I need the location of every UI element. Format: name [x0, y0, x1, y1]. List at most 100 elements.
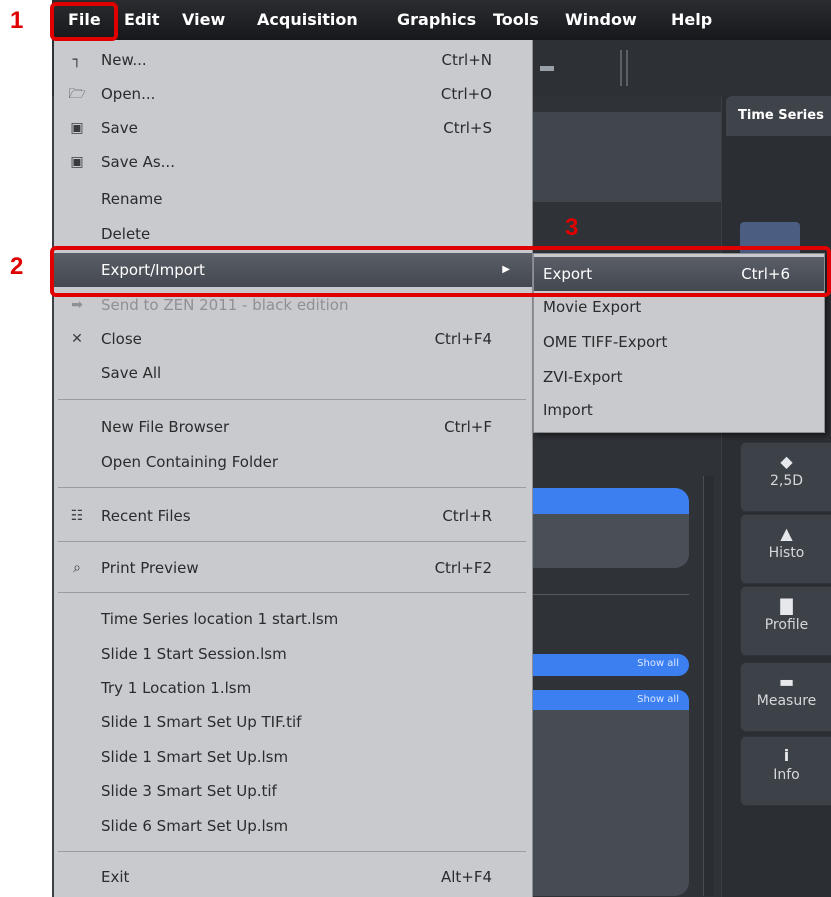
step-number-1: 1: [10, 7, 24, 34]
scrollbar-track[interactable]: [703, 476, 714, 896]
menu-item-label: Open Containing Folder: [101, 453, 279, 471]
recent-file-item[interactable]: Time Series location 1 start.lsm: [54, 602, 532, 636]
menu-tools[interactable]: Tools: [493, 0, 539, 40]
info-icon: i: [783, 746, 790, 765]
menu-item-label: Slide 1 Smart Set Up TIF.tif: [101, 713, 302, 731]
menu-item-label: Try 1 Location 1.lsm: [101, 679, 252, 697]
blue-group-box: [533, 488, 689, 568]
menu-item-shortcut: Ctrl+F4: [434, 330, 492, 348]
show-all-bar[interactable]: Show all: [533, 654, 689, 676]
show-all-bar[interactable]: Show all: [533, 690, 689, 712]
view-measure-label: Measure: [756, 693, 817, 709]
menu-separator: [58, 592, 526, 593]
view-histo-button[interactable]: ▲ Histo: [740, 514, 831, 584]
recent-file-item[interactable]: Slide 3 Smart Set Up.tif: [54, 774, 532, 808]
toolbar-separator: [620, 50, 622, 86]
menu-item-shortcut: Alt+F4: [440, 868, 492, 886]
menu-edit[interactable]: Edit: [124, 0, 160, 40]
menu-item-label: New...: [101, 51, 147, 69]
toolbar-separator: [626, 50, 628, 86]
toolbar-handle-icon: [540, 66, 554, 71]
menu-item-label: Open...: [101, 85, 156, 103]
show-all-label[interactable]: Show all: [637, 658, 679, 669]
menu-help[interactable]: Help: [671, 0, 712, 40]
recent-file-item[interactable]: Slide 1 Smart Set Up.lsm: [54, 740, 532, 774]
menu-item-label: Time Series location 1 start.lsm: [101, 610, 339, 628]
view-info-button[interactable]: i Info: [740, 736, 831, 806]
menu-graphics[interactable]: Graphics: [397, 0, 476, 40]
file-menu: ┐ New... Ctrl+N 🗁 Open... Ctrl+O ▣ Save …: [54, 40, 533, 897]
menu-item-label: Slide 6 Smart Set Up.lsm: [101, 817, 289, 835]
menu-item-label: Recent Files: [101, 507, 191, 525]
submenu-item-ome-tiff-export[interactable]: OME TIFF-Export: [534, 325, 824, 359]
menu-item-save[interactable]: ▣ Save Ctrl+S: [54, 111, 532, 145]
menu-item-new-file-browser[interactable]: New File Browser Ctrl+F: [54, 410, 532, 444]
menu-item-open-containing-folder[interactable]: Open Containing Folder: [54, 445, 532, 479]
submenu-item-import[interactable]: Import: [534, 393, 824, 427]
menu-separator: [58, 541, 526, 542]
menu-bar: File Edit View Acquisition Graphics Tool…: [52, 0, 831, 40]
menu-separator: [58, 487, 526, 488]
center-panel-header: [533, 112, 721, 202]
view-2.5d-button[interactable]: ◆ 2,5D: [740, 442, 831, 512]
menu-item-label: Slide 1 Smart Set Up.lsm: [101, 748, 289, 766]
right-panel: Time Series ◆ 2,5D ▲ Histo ▇ Profile ▬ M…: [722, 96, 831, 897]
tab-time-series[interactable]: Time Series: [726, 96, 831, 136]
highlight-box-export: [50, 246, 831, 297]
print-preview-icon: ⌕: [73, 560, 81, 576]
menu-item-label: New File Browser: [101, 418, 230, 436]
menu-view[interactable]: View: [182, 0, 225, 40]
menu-item-save-as[interactable]: ▣ Save As...: [54, 145, 532, 179]
menu-item-save-all[interactable]: Save All: [54, 356, 532, 390]
menu-item-close[interactable]: ✕ Close Ctrl+F4: [54, 322, 532, 356]
menu-item-shortcut: Ctrl+S: [443, 119, 492, 137]
menu-item-open[interactable]: 🗁 Open... Ctrl+O: [54, 77, 532, 111]
menu-item-label: Slide 3 Smart Set Up.tif: [101, 782, 277, 800]
new-file-icon: ┐: [72, 52, 82, 68]
menu-item-label: OME TIFF-Export: [543, 333, 668, 351]
menu-item-label: Save: [101, 119, 138, 137]
menu-item-recent-files[interactable]: ☷ Recent Files Ctrl+R: [54, 499, 532, 533]
highlight-box-file: [50, 2, 118, 41]
divider: [533, 594, 689, 595]
recent-file-item[interactable]: Slide 6 Smart Set Up.lsm: [54, 809, 532, 843]
menu-item-label: Print Preview: [101, 559, 199, 577]
histogram-icon: ▲: [780, 524, 793, 543]
menu-item-print-preview[interactable]: ⌕ Print Preview Ctrl+F2: [54, 551, 532, 585]
step-number-2: 2: [10, 253, 24, 280]
show-all-label[interactable]: Show all: [637, 694, 679, 705]
view-profile-button[interactable]: ▇ Profile: [740, 586, 831, 656]
recent-file-item[interactable]: Slide 1 Start Session.lsm: [54, 637, 532, 671]
recent-file-item[interactable]: Slide 1 Smart Set Up TIF.tif: [54, 705, 532, 739]
menu-window[interactable]: Window: [565, 0, 637, 40]
menu-item-label: Slide 1 Start Session.lsm: [101, 645, 287, 663]
menu-item-label: Exit: [101, 868, 130, 886]
menu-item-label: Close: [101, 330, 142, 348]
center-panel: Show all Show all: [532, 96, 721, 897]
menu-acquisition[interactable]: Acquisition: [257, 0, 358, 40]
view-measure-button[interactable]: ▬ Measure: [740, 662, 831, 732]
view-info-label: Info: [773, 767, 800, 783]
step-number-3: 3: [565, 214, 579, 241]
menu-item-label: ZVI-Export: [543, 368, 623, 386]
menu-item-shortcut: Ctrl+R: [442, 507, 492, 525]
save-icon: ▣: [70, 120, 84, 136]
menu-item-new[interactable]: ┐ New... Ctrl+N: [54, 43, 532, 77]
menu-item-label: Import: [543, 401, 593, 419]
menu-item-shortcut: Ctrl+F2: [434, 559, 492, 577]
view-profile-label: Profile: [764, 617, 809, 633]
submenu-item-zvi-export[interactable]: ZVI-Export: [534, 360, 824, 394]
menu-item-shortcut: Ctrl+N: [441, 51, 492, 69]
folder-open-icon: 🗁: [68, 86, 86, 102]
menu-separator: [58, 399, 526, 400]
menu-item-label: Rename: [101, 190, 163, 208]
2.5d-icon: ◆: [780, 452, 793, 471]
menu-item-exit[interactable]: Exit Alt+F4: [54, 860, 532, 894]
close-icon: ✕: [71, 331, 83, 347]
recent-file-item[interactable]: Try 1 Location 1.lsm: [54, 671, 532, 705]
menu-item-shortcut: Ctrl+O: [440, 85, 492, 103]
menu-separator: [58, 851, 526, 852]
menu-item-label: Save All: [101, 364, 162, 382]
menu-item-rename[interactable]: Rename: [54, 182, 532, 216]
recent-files-icon: ☷: [70, 508, 84, 524]
